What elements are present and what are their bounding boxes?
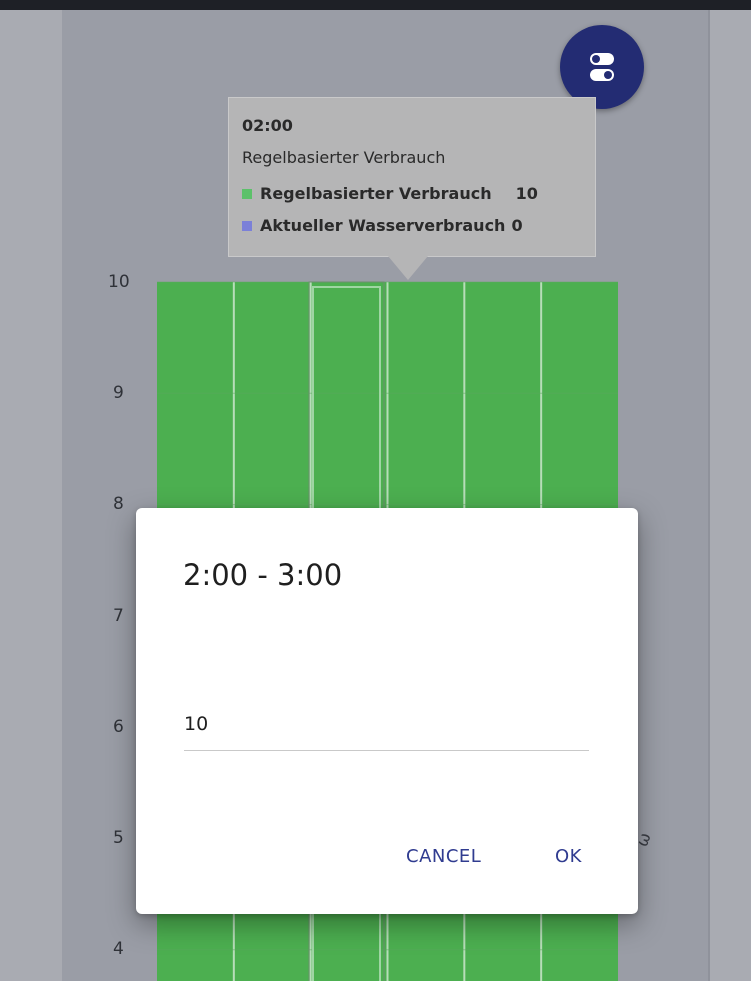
value-input[interactable] bbox=[184, 698, 589, 751]
y-tick-label: 6 bbox=[113, 717, 124, 737]
y-tick-label: 9 bbox=[113, 383, 124, 403]
tooltip-arrow bbox=[388, 256, 428, 280]
y-tick-label: 4 bbox=[113, 939, 124, 959]
y-tick-label: 5 bbox=[113, 828, 124, 848]
y-tick-label: 10 bbox=[108, 272, 130, 292]
tooltip-series-value: 0 bbox=[511, 216, 523, 235]
tooltip-series-label: Regelbasierter Verbrauch bbox=[260, 184, 492, 203]
legend-swatch-blue bbox=[242, 220, 252, 231]
tooltip-time: 02:00 bbox=[242, 116, 293, 135]
toggle-icon bbox=[590, 53, 614, 81]
dialog-title: 2:00 - 3:00 bbox=[183, 558, 343, 592]
tooltip-row-rule-based: Regelbasierter Verbrauch 10 bbox=[242, 184, 538, 203]
y-tick-label: 7 bbox=[113, 606, 124, 626]
tooltip-row-current-water: Aktueller Wasserverbrauch 0 bbox=[242, 216, 523, 235]
ok-button[interactable]: OK bbox=[549, 842, 588, 871]
tooltip-series-label: Aktueller Wasserverbrauch bbox=[260, 216, 506, 235]
chart-tooltip: 02:00 Regelbasierter Verbrauch Regelbasi… bbox=[228, 97, 596, 257]
tooltip-series-value: 10 bbox=[515, 184, 538, 203]
tooltip-subtitle: Regelbasierter Verbrauch bbox=[242, 148, 446, 167]
cancel-button[interactable]: CANCEL bbox=[400, 842, 487, 871]
edit-value-dialog: 2:00 - 3:00 CANCEL OK bbox=[136, 508, 638, 914]
y-tick-label: 8 bbox=[113, 494, 124, 514]
legend-swatch-green bbox=[242, 188, 252, 199]
